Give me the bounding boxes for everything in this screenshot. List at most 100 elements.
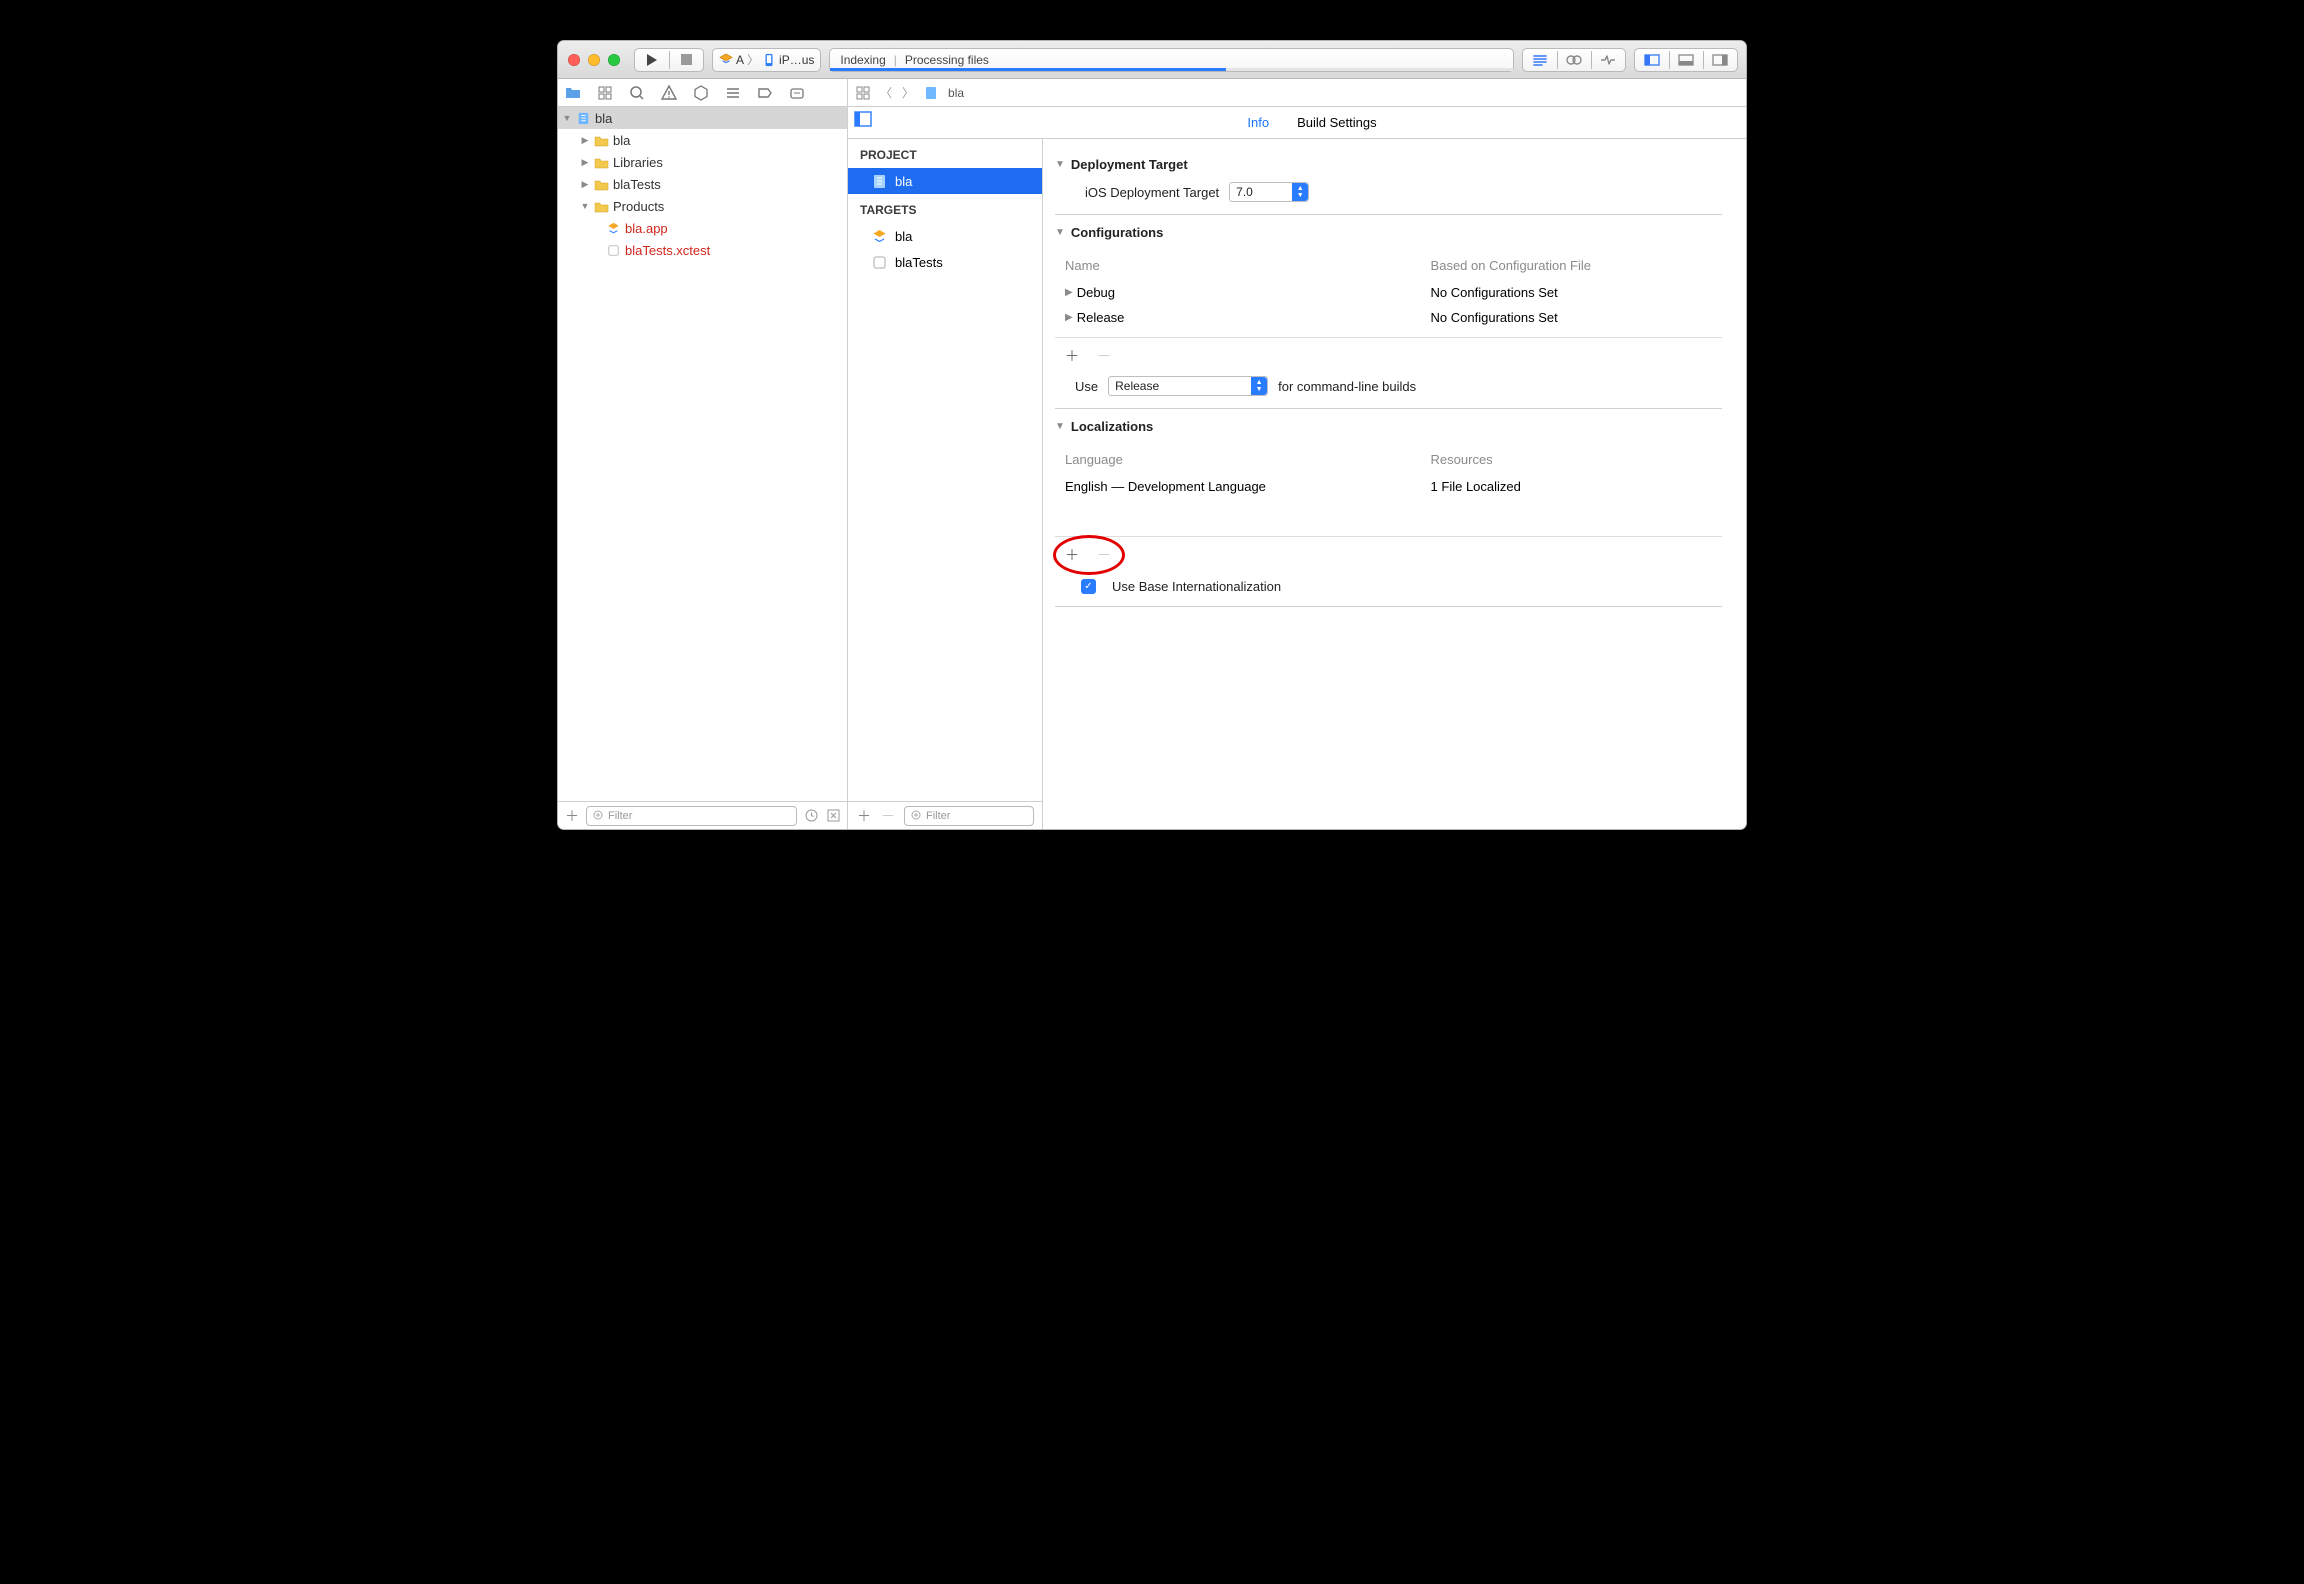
base-internationalization-checkbox[interactable]: ✓ — [1081, 579, 1096, 594]
localizations-section: ▼Localizations LanguageResources English… — [1055, 419, 1722, 607]
toggle-navigator-button[interactable] — [1635, 49, 1669, 71]
remove-target-button[interactable]: － — [880, 808, 896, 824]
version-editor-button[interactable] — [1591, 49, 1625, 71]
report-navigator-icon[interactable] — [788, 84, 806, 102]
jump-bar: 〈 〉 bla — [848, 79, 1746, 107]
folder-row[interactable]: ▶bla — [558, 129, 847, 151]
run-button[interactable] — [635, 49, 669, 71]
add-target-button[interactable]: ＋ — [856, 808, 872, 824]
scheme-app-label: A — [736, 53, 744, 67]
back-button[interactable]: 〈 — [880, 84, 892, 101]
folder-row[interactable]: ▶blaTests — [558, 173, 847, 195]
minimize-window-button[interactable] — [588, 54, 600, 66]
navigator: ▼ bla ▶bla ▶Libraries ▶blaTests ▼Product… — [558, 79, 848, 829]
toggle-utilities-button[interactable] — [1703, 49, 1737, 71]
table-row[interactable]: English — Development Language1 File Loc… — [1057, 475, 1720, 498]
panel-visibility-segment — [1634, 48, 1738, 72]
traffic-lights — [568, 54, 620, 66]
editor-outline-toggle[interactable] — [854, 111, 878, 135]
navigator-filter-input[interactable]: Filter — [586, 806, 797, 826]
device-icon — [762, 53, 776, 67]
project-root-row[interactable]: ▼ bla — [558, 107, 847, 129]
xctest-icon — [872, 255, 887, 270]
toolbar: A 〉 iP…us Indexing | Processing files — [558, 41, 1746, 79]
recent-filter-button[interactable] — [803, 808, 819, 824]
scm-filter-button[interactable] — [825, 808, 841, 824]
run-stop-segment — [634, 48, 704, 72]
assistant-editor-button[interactable] — [1557, 49, 1591, 71]
project-targets-outline: PROJECT bla TARGETS bla blaTests — [848, 139, 1043, 829]
table-row[interactable]: ▶DebugNo Configurations Set — [1057, 281, 1720, 304]
app-icon — [872, 229, 887, 244]
navigator-tabs — [558, 79, 847, 107]
app-icon — [719, 53, 733, 67]
zoom-window-button[interactable] — [608, 54, 620, 66]
related-items-icon[interactable] — [856, 86, 870, 100]
tab-info[interactable]: Info — [1245, 109, 1271, 136]
standard-editor-button[interactable] — [1523, 49, 1557, 71]
folder-row[interactable]: ▼Products — [558, 195, 847, 217]
remove-configuration-button[interactable]: － — [1097, 346, 1111, 366]
xcode-window: A 〉 iP…us Indexing | Processing files — [557, 40, 1747, 830]
deployment-target-section: ▼Deployment Target iOS Deployment Target… — [1055, 157, 1722, 215]
breakpoint-navigator-icon[interactable] — [756, 84, 774, 102]
assistant-editor-icon — [1566, 53, 1582, 67]
outline-project-item[interactable]: bla — [848, 168, 1042, 194]
bottom-panel-icon — [1678, 54, 1694, 66]
project-root-label: bla — [595, 111, 612, 126]
product-row[interactable]: bla.app — [558, 217, 847, 239]
configurations-section: ▼Configurations NameBased on Configurati… — [1055, 225, 1722, 409]
activity-primary: Indexing — [840, 53, 885, 67]
tab-build-settings[interactable]: Build Settings — [1295, 109, 1379, 136]
deploy-target-label: iOS Deployment Target — [1085, 185, 1219, 200]
targets-header: TARGETS — [848, 194, 1042, 223]
xcodeproj-icon — [872, 174, 887, 189]
product-row[interactable]: blaTests.xctest — [558, 239, 847, 261]
localizations-table: LanguageResources English — Development … — [1055, 444, 1722, 500]
version-editor-icon — [1599, 54, 1617, 66]
base-internationalization-label: Use Base Internationalization — [1112, 579, 1281, 594]
project-tree: ▼ bla ▶bla ▶Libraries ▶blaTests ▼Product… — [558, 107, 847, 801]
forward-button[interactable]: 〉 — [902, 84, 914, 101]
test-navigator-icon[interactable] — [692, 84, 710, 102]
project-info-content: ▼Deployment Target iOS Deployment Target… — [1043, 139, 1746, 829]
activity-secondary: Processing files — [905, 53, 989, 67]
debug-navigator-icon[interactable] — [724, 84, 742, 102]
add-button[interactable]: ＋ — [564, 808, 580, 824]
xcodeproj-icon — [924, 86, 938, 100]
detail-tabs: Info Build Settings — [848, 107, 1746, 139]
outline-target-item[interactable]: blaTests — [848, 249, 1042, 275]
activity-viewer: Indexing | Processing files — [829, 48, 1514, 72]
editor-mode-segment — [1522, 48, 1626, 72]
filter-icon — [911, 810, 922, 821]
close-window-button[interactable] — [568, 54, 580, 66]
find-navigator-icon[interactable] — [628, 84, 646, 102]
left-panel-icon — [1644, 54, 1660, 66]
filter-icon — [593, 810, 604, 821]
xctest-icon — [606, 244, 621, 257]
cmdline-config-select[interactable]: Release ▲▼ — [1108, 376, 1268, 396]
deploy-target-select[interactable]: 7.0 ▲▼ — [1229, 182, 1309, 202]
project-navigator-icon[interactable] — [564, 84, 582, 102]
folder-row[interactable]: ▶Libraries — [558, 151, 847, 173]
scheme-device-label: iP…us — [779, 53, 814, 67]
add-localization-button[interactable]: ＋ — [1065, 545, 1079, 565]
symbol-navigator-icon[interactable] — [596, 84, 614, 102]
configurations-table: NameBased on Configuration File ▶DebugNo… — [1055, 250, 1722, 331]
scheme-selector[interactable]: A 〉 iP…us — [712, 48, 821, 72]
right-panel-icon — [1712, 54, 1728, 66]
outline-filter-input[interactable]: Filter — [904, 806, 1034, 826]
project-header: PROJECT — [848, 139, 1042, 168]
navigator-bottom-bar: ＋ Filter — [558, 801, 847, 829]
standard-editor-icon — [1532, 53, 1548, 67]
editor-area: 〈 〉 bla Info Build Settings PROJECT — [848, 79, 1746, 829]
stop-button[interactable] — [669, 49, 703, 71]
add-configuration-button[interactable]: ＋ — [1065, 346, 1079, 366]
toggle-debug-area-button[interactable] — [1669, 49, 1703, 71]
table-row[interactable]: ▶ReleaseNo Configurations Set — [1057, 306, 1720, 329]
jump-bar-crumb[interactable]: bla — [948, 86, 964, 100]
progress-bar — [830, 68, 1226, 71]
app-icon — [606, 222, 621, 235]
issue-navigator-icon[interactable] — [660, 84, 678, 102]
outline-target-item[interactable]: bla — [848, 223, 1042, 249]
